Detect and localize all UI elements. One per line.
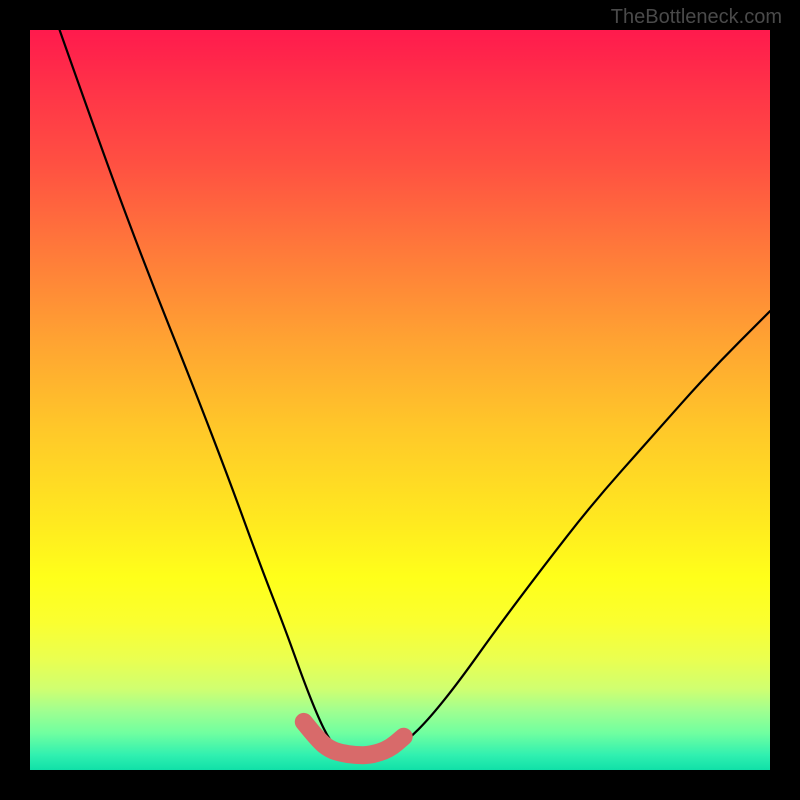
watermark-text: TheBottleneck.com <box>611 6 782 29</box>
chart-plot-area <box>30 30 770 770</box>
chart-svg <box>30 30 770 770</box>
bottleneck-curve-line <box>60 30 770 755</box>
highlight-segment-line <box>304 722 404 755</box>
